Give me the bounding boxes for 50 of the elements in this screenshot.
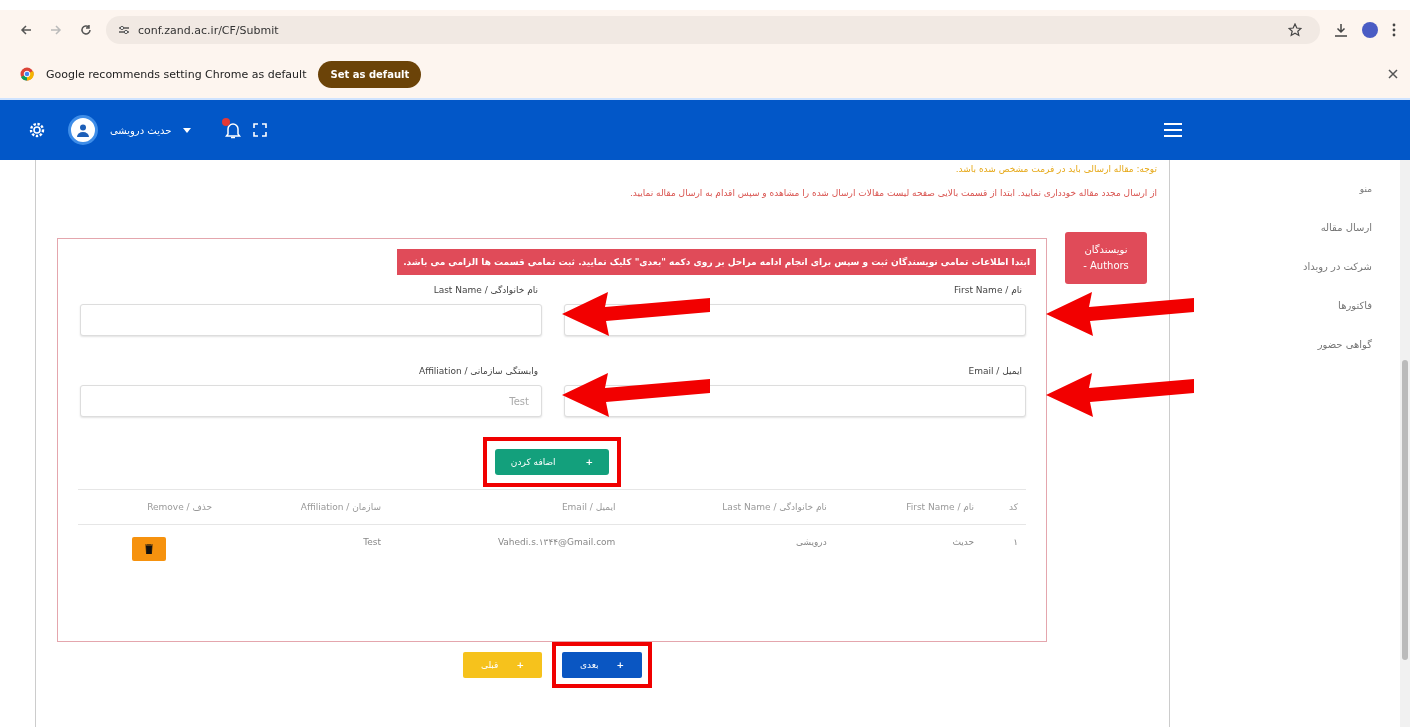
table-cell: Vahedi.s.۱۳۴۴@Gmail.com bbox=[389, 524, 624, 591]
site-settings-icon[interactable] bbox=[118, 25, 130, 35]
menu-dots-icon[interactable] bbox=[1392, 23, 1396, 37]
user-avatar-icon[interactable] bbox=[68, 115, 98, 145]
add-button[interactable]: + اضافه کردن bbox=[494, 449, 610, 475]
notification-bell-icon[interactable] bbox=[225, 121, 242, 139]
table-cell: درویشی bbox=[623, 524, 835, 591]
back-icon[interactable] bbox=[20, 24, 32, 36]
url-text: conf.zand.ac.ir/CF/Submit bbox=[138, 23, 280, 37]
column-header: نام خانوادگی / Last Name bbox=[623, 489, 835, 525]
field-label: نام خانوادگی / Last Name bbox=[432, 285, 538, 295]
sidebar-item[interactable]: گواهی حضور bbox=[1317, 339, 1372, 350]
column-header: سازمان / Affiliation bbox=[220, 489, 389, 525]
bookmark-star-icon[interactable] bbox=[1288, 23, 1302, 37]
close-icon[interactable] bbox=[1388, 69, 1398, 79]
instruction-banner: ابتدا اطلاعات تمامی نویسندگان ثبت و سپس برای انجام ادامه مراحل بر روی دکمه "بعدی" کلیک نمایید. ثبت تمامی قسمت ها الزامی می باشد. bbox=[397, 249, 1036, 275]
reload-icon[interactable] bbox=[80, 24, 92, 36]
notice-text: توجه: مقاله ارسالی باید در فرمت مشخص شده باشد. bbox=[954, 164, 1157, 174]
sidebar-item[interactable]: فاکتورها bbox=[1338, 300, 1372, 311]
input-field[interactable] bbox=[80, 304, 542, 336]
field-label: ایمیل / Email bbox=[967, 366, 1022, 376]
settings-icon[interactable] bbox=[28, 121, 46, 139]
column-header: نام / First Name bbox=[834, 489, 983, 525]
scrollbar[interactable] bbox=[1400, 160, 1410, 727]
next-button[interactable]: + بعدی bbox=[561, 652, 643, 678]
notice-text: از ارسال مجدد مقاله خودداری نمایید. ابتدا از قسمت بالایی صفحه لیست مقالات ارسال شده را مشاهده و سپس اقدام به ارسال مقاله نمایید. bbox=[628, 188, 1157, 198]
table-cell: Test bbox=[220, 524, 389, 591]
column-header: حذف / Remove bbox=[78, 489, 221, 525]
delete-button[interactable] bbox=[132, 537, 167, 561]
user-name[interactable]: حدیث درویشی bbox=[110, 124, 172, 136]
caret-icon[interactable] bbox=[183, 127, 192, 133]
field-label: وابستگی سازمانی / Affiliation bbox=[418, 366, 538, 376]
sidebar-heading: منو bbox=[1359, 184, 1372, 194]
table-cell: حدیث bbox=[834, 524, 983, 591]
input-field[interactable]: Test bbox=[80, 385, 542, 417]
fullscreen-icon[interactable] bbox=[253, 123, 268, 137]
sidebar-item[interactable]: ارسال مقاله bbox=[1320, 222, 1372, 233]
infobar-message: Google recommends setting Chrome as default bbox=[46, 67, 307, 81]
field-label: نام / First Name bbox=[953, 285, 1022, 295]
address-bar[interactable]: conf.zand.ac.ir/CF/Submit bbox=[106, 16, 1320, 44]
column-header: ایمیل / Email bbox=[389, 489, 624, 525]
menu-icon[interactable] bbox=[1164, 123, 1182, 137]
set-default-button[interactable]: Set as default bbox=[318, 60, 422, 88]
column-header: کد bbox=[982, 489, 1026, 525]
sidebar-item[interactable]: شرکت در رویداد bbox=[1302, 261, 1372, 272]
trash-icon bbox=[145, 544, 154, 554]
download-icon[interactable] bbox=[1334, 23, 1348, 37]
table-cell: ۱ bbox=[982, 524, 1026, 591]
profile-avatar[interactable] bbox=[1362, 22, 1378, 38]
browser-logo-icon bbox=[20, 67, 34, 81]
